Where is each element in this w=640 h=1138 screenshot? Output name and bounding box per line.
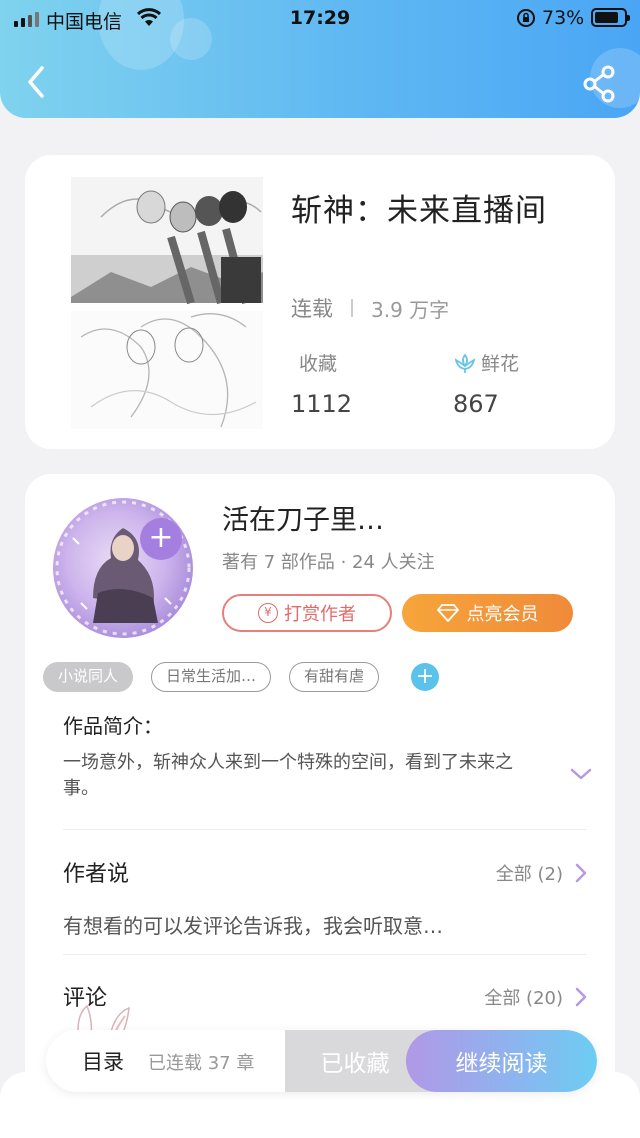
intro-text: 一场意外，斩神众人来到一个特殊的空间，看到了未来之事。 [63, 752, 513, 799]
diamond-icon [436, 604, 459, 622]
detail-card: + 活在刀子里… 著有 7 部作品 · 24 人关注 ¥ 打赏作者 点亮会员 小… [25, 474, 615, 1094]
continue-reading-label: 继续阅读 [455, 1051, 548, 1077]
share-icon [583, 65, 615, 103]
back-button[interactable] [18, 62, 54, 102]
yen-icon: ¥ [258, 603, 278, 623]
intro-title: 作品简介： [63, 714, 163, 738]
book-info-card: 斩神：未来直播间 连载 3.9 万字 收藏 1112 鲜花 867 [25, 155, 615, 449]
tag-list: 小说同人 日常生活加… 有甜有虐 + [43, 662, 440, 692]
continue-reading-button[interactable]: 继续阅读 [406, 1030, 597, 1092]
section-divider [63, 954, 587, 955]
tag-item[interactable]: 日常生活加… [151, 662, 272, 692]
top-header: 中国电信 17:29 73% [0, 0, 640, 118]
follow-author-button[interactable]: + [140, 518, 182, 560]
tag-item[interactable]: 小说同人 [43, 662, 134, 692]
tag-item[interactable]: 有甜有虐 [289, 662, 380, 692]
favorites-label: 收藏 [299, 353, 338, 375]
author-say-title: 作者说 [63, 862, 130, 887]
battery-icon [591, 8, 630, 27]
flower-icon [454, 353, 476, 373]
book-cover-image[interactable] [71, 177, 263, 429]
chapter-count: 已连载 37 章 [148, 1053, 255, 1074]
vip-button[interactable]: 点亮会员 [402, 594, 573, 632]
favorites-value: 1112 [291, 390, 353, 418]
reward-author-button[interactable]: ¥ 打赏作者 [222, 594, 392, 632]
chevron-left-icon [28, 66, 44, 98]
book-title: 斩神：未来直播间 [291, 193, 547, 229]
comments-more-label: 全部 (20) [484, 988, 563, 1009]
collected-label: 已收藏 [320, 1051, 390, 1077]
rotation-lock-icon [517, 9, 535, 27]
toc-button[interactable]: 目录 [82, 1046, 124, 1076]
chevron-down-icon[interactable] [569, 766, 593, 782]
flowers-stat[interactable]: 鲜花 867 [453, 349, 519, 418]
flowers-value: 867 [453, 390, 499, 418]
author-say-more-link[interactable]: 全部 (2) [496, 860, 587, 886]
author-say-more-label: 全部 (2) [495, 864, 563, 885]
meta-divider [351, 299, 353, 317]
flowers-label: 鲜花 [481, 353, 520, 375]
author-say-text: 有想看的可以发评论告诉我，我会听取意… [63, 914, 443, 938]
author-meta: 著有 7 部作品 · 24 人关注 [222, 552, 435, 573]
section-divider [63, 829, 587, 830]
chevron-right-icon [575, 863, 587, 883]
bottom-action-bar: 目录 已连载 37 章 已收藏 继续阅读 [46, 1030, 597, 1092]
flowers-label-row: 鲜花 [453, 349, 519, 376]
avatar-image [55, 500, 191, 636]
word-count: 3.9 万字 [371, 297, 450, 322]
share-button[interactable] [580, 64, 620, 104]
author-name[interactable]: 活在刀子里… [222, 498, 384, 537]
favorites-stat: 收藏 1112 [291, 349, 352, 418]
vip-label: 点亮会员 [466, 604, 539, 625]
book-meta: 连载 3.9 万字 [291, 293, 449, 323]
chevron-right-icon [575, 987, 587, 1007]
battery-percent: 73% [542, 7, 585, 29]
add-tag-button[interactable]: + [411, 663, 440, 691]
status-bar: 中国电信 17:29 73% [0, 0, 640, 40]
serial-status: 连载 [291, 297, 333, 321]
comments-more-link[interactable]: 全部 (20) [484, 984, 587, 1010]
author-avatar[interactable] [53, 498, 193, 638]
reward-label: 打赏作者 [284, 604, 356, 625]
